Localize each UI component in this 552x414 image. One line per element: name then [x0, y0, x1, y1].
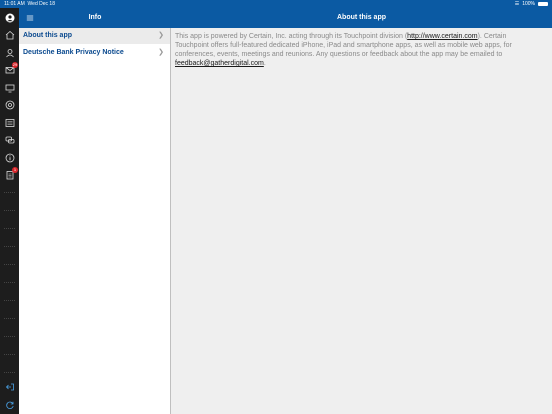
info-list: About this app ❯ Deutsche Bank Privacy N…: [19, 28, 170, 414]
list-item-about-this-app[interactable]: About this app ❯: [19, 28, 170, 44]
messages-button[interactable]: 29: [0, 62, 19, 78]
about-text-part: This app is powered by Certain, Inc. act…: [175, 33, 408, 40]
list-item-label: About this app: [23, 32, 72, 39]
person-icon: [5, 49, 14, 58]
status-time-date: 11:01 AM Wed Dec 18: [4, 0, 55, 8]
chat-button[interactable]: [0, 132, 19, 148]
survey-button[interactable]: 1: [0, 167, 19, 183]
rail-divider: [4, 336, 15, 337]
detail-content: This app is powered by Certain, Inc. act…: [171, 28, 552, 414]
rail-divider: [4, 354, 15, 355]
master-title: Info: [88, 14, 102, 21]
status-bar: 11:01 AM Wed Dec 18 ☰ 100%: [0, 0, 552, 8]
logout-button[interactable]: [0, 379, 19, 395]
refresh-button[interactable]: [0, 397, 19, 413]
refresh-icon: [5, 401, 14, 410]
survey-badge: 1: [12, 167, 18, 173]
master-header: Info: [19, 8, 171, 28]
wifi-icon: ☰: [514, 1, 520, 7]
rail-divider: [4, 228, 15, 229]
rail-divider: [4, 300, 15, 301]
battery-icon: [538, 2, 548, 6]
screen-button[interactable]: [0, 80, 19, 96]
avatar-icon: [5, 13, 14, 23]
rail-divider: [4, 282, 15, 283]
profile-avatar-button[interactable]: [0, 10, 19, 26]
rail-divider: [4, 246, 15, 247]
detail-title: About this app: [171, 8, 552, 28]
home-button[interactable]: [0, 27, 19, 43]
newspaper-icon: [5, 119, 14, 127]
home-icon: [5, 30, 14, 40]
list-item-label: Deutsche Bank Privacy Notice: [23, 49, 124, 56]
feedback-email-link[interactable]: feedback@gatherdigital.com: [175, 60, 264, 67]
news-button[interactable]: [0, 115, 19, 131]
at-button[interactable]: [0, 97, 19, 113]
chevron-right-icon: ❯: [158, 49, 164, 56]
certain-website-link[interactable]: http://www.certain.com: [407, 33, 477, 40]
messages-badge: 29: [12, 62, 18, 68]
list-item-privacy-notice[interactable]: Deutsche Bank Privacy Notice ❯: [19, 45, 170, 61]
rail-divider: [4, 318, 15, 319]
at-sign-icon: [5, 100, 14, 110]
rail-divider: [4, 192, 15, 193]
about-text: This app is powered by Certain, Inc. act…: [175, 32, 525, 68]
status-time: 11:01 AM: [4, 1, 25, 7]
logout-icon: [5, 383, 14, 391]
info-button[interactable]: [0, 150, 19, 166]
status-right: ☰ 100%: [515, 0, 548, 8]
people-button[interactable]: [0, 45, 19, 61]
chat-bubbles-icon: [5, 136, 14, 144]
monitor-icon: [5, 84, 14, 93]
info-icon: [5, 153, 14, 163]
about-text-part: .: [263, 60, 266, 67]
status-date: Wed Dec 18: [27, 1, 55, 7]
chevron-right-icon: ❯: [158, 32, 164, 39]
battery-percent: 100%: [522, 1, 535, 7]
left-rail: 29 1: [0, 8, 19, 414]
rail-divider: [4, 210, 15, 211]
rail-divider: [4, 264, 15, 265]
rail-divider: [4, 372, 15, 373]
